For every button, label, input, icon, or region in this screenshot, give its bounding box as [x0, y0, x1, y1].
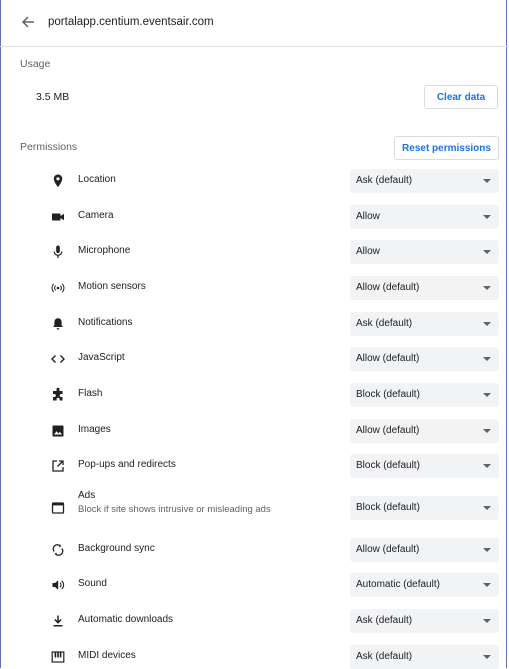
dropdown-arrow-icon [483, 215, 491, 219]
permission-row-sound: Sound Automatic (default) [0, 567, 509, 603]
select-value: Block (default) [356, 389, 420, 400]
dropdown-arrow-icon [483, 548, 491, 552]
permission-row-images: Images Allow (default) [0, 413, 509, 449]
permission-row-microphone: Microphone Allow [0, 234, 509, 270]
site-title: portalapp.centium.eventsair.com [48, 16, 214, 28]
select-value: Ask (default) [356, 615, 413, 626]
back-arrow-icon[interactable] [20, 14, 36, 30]
select-value: Allow [356, 211, 380, 222]
image-icon [52, 425, 64, 437]
permissions-heading: Permissions [20, 141, 78, 153]
dropdown-arrow-icon [483, 619, 491, 623]
dropdown-arrow-icon [483, 464, 491, 468]
permission-row-popups: Pop-ups and redirects Block (default) [0, 448, 509, 484]
ads-select[interactable]: Block (default) [350, 496, 499, 520]
select-value: Allow (default) [356, 353, 420, 364]
select-value: Ask (default) [356, 175, 413, 186]
camera-select[interactable]: Allow [350, 205, 499, 229]
permission-label: Location [78, 174, 116, 185]
permission-label: Sound [78, 578, 107, 589]
permission-label: MIDI devices [78, 650, 136, 661]
permission-row-notifications: Notifications Ask (default) [0, 306, 509, 342]
dropdown-arrow-icon [483, 655, 491, 659]
permission-sublabel: Block if site shows intrusive or mislead… [78, 504, 271, 515]
speaker-icon [52, 580, 65, 590]
automatic-downloads-select[interactable]: Ask (default) [350, 609, 499, 633]
permission-row-motion-sensors: Motion sensors Allow (default) [0, 270, 509, 306]
reset-permissions-button[interactable]: Reset permissions [394, 136, 499, 160]
permission-row-ads: Ads Block if site shows intrusive or mis… [0, 488, 509, 530]
permission-label: Microphone [78, 245, 131, 256]
permission-label: Automatic downloads [78, 614, 174, 625]
dropdown-arrow-icon [483, 393, 491, 397]
permission-row-background-sync: Background sync Allow (default) [0, 532, 509, 568]
notifications-select[interactable]: Ask (default) [350, 312, 499, 336]
microphone-icon [53, 245, 63, 258]
dropdown-arrow-icon [483, 250, 491, 254]
ads-icon [51, 502, 65, 514]
permission-row-location: Location Ask (default) [0, 163, 509, 199]
select-value: Automatic (default) [356, 579, 440, 590]
clear-data-button[interactable]: Clear data [424, 85, 498, 109]
select-value: Ask (default) [356, 651, 413, 662]
select-value: Allow [356, 246, 380, 257]
dropdown-arrow-icon [483, 179, 491, 183]
motion-sensors-select[interactable]: Allow (default) [350, 276, 499, 300]
code-icon [51, 355, 65, 363]
midi-devices-select[interactable]: Ask (default) [350, 645, 499, 669]
permission-row-camera: Camera Allow [0, 199, 509, 235]
microphone-select[interactable]: Allow [350, 240, 499, 264]
select-value: Allow (default) [356, 425, 420, 436]
piano-icon [51, 651, 65, 663]
permission-label: Camera [78, 210, 114, 221]
background-sync-select[interactable]: Allow (default) [350, 538, 499, 562]
permission-label: Notifications [78, 317, 133, 328]
permission-row-automatic-downloads: Automatic downloads Ask (default) [0, 603, 509, 639]
dropdown-arrow-icon [483, 357, 491, 361]
location-icon [53, 174, 63, 187]
select-value: Allow (default) [356, 544, 420, 555]
usage-heading: Usage [20, 58, 51, 70]
open-in-new-icon [52, 460, 64, 472]
permission-label: Images [78, 424, 111, 435]
permission-label: Background sync [78, 543, 155, 554]
location-select[interactable]: Ask (default) [350, 169, 499, 193]
dropdown-arrow-icon [483, 583, 491, 587]
select-value: Block (default) [356, 460, 420, 471]
motion-sensors-icon [51, 283, 65, 293]
images-select[interactable]: Allow (default) [350, 419, 499, 443]
puzzle-icon [53, 387, 63, 401]
sync-icon [52, 544, 64, 556]
dropdown-arrow-icon [483, 429, 491, 433]
bell-icon [53, 318, 63, 330]
permission-row-javascript: JavaScript Allow (default) [0, 341, 509, 377]
permission-row-flash: Flash Block (default) [0, 377, 509, 413]
select-value: Ask (default) [356, 318, 413, 329]
page-header: portalapp.centium.eventsair.com [0, 0, 509, 47]
permission-label: JavaScript [78, 352, 125, 363]
javascript-select[interactable]: Allow (default) [350, 347, 499, 371]
select-value: Block (default) [356, 502, 420, 513]
permission-label: Flash [78, 388, 103, 399]
permission-label: Pop-ups and redirects [78, 459, 176, 470]
select-value: Allow (default) [356, 282, 420, 293]
popups-select[interactable]: Block (default) [350, 454, 499, 478]
download-icon [53, 615, 63, 627]
permission-label: Ads [78, 490, 96, 501]
sound-select[interactable]: Automatic (default) [350, 573, 499, 597]
permission-row-midi-devices: MIDI devices Ask (default) [0, 639, 509, 669]
permission-label: Motion sensors [78, 281, 146, 292]
dropdown-arrow-icon [483, 286, 491, 290]
camera-icon [52, 213, 64, 221]
usage-value: 3.5 MB [36, 91, 70, 103]
dropdown-arrow-icon [483, 506, 491, 510]
flash-select[interactable]: Block (default) [350, 383, 499, 407]
dropdown-arrow-icon [483, 322, 491, 326]
